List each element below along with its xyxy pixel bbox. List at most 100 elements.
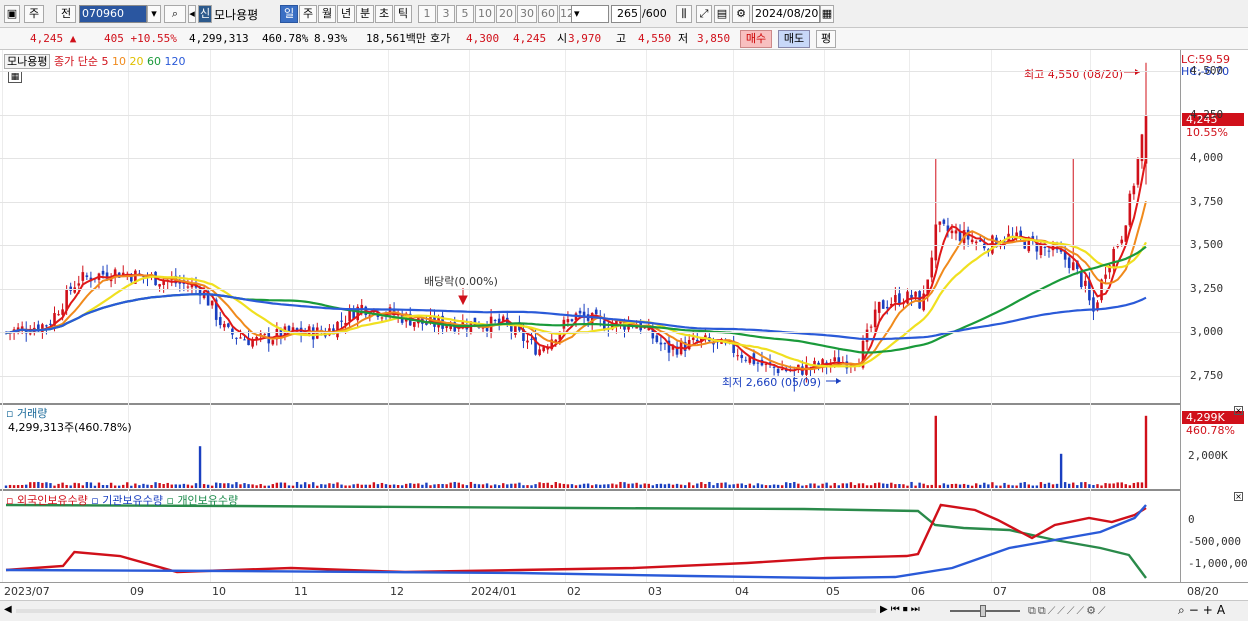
volume-bar	[845, 483, 849, 488]
volume-bar	[1104, 483, 1107, 488]
current-pct-tag: 10.55%	[1186, 126, 1228, 139]
legend-inst[interactable]: ▫ 기관보유수량	[91, 494, 163, 507]
legend-ma120[interactable]: 120	[164, 55, 185, 68]
volume-bar	[77, 483, 80, 488]
volume-bar	[1088, 484, 1091, 488]
volume-bar	[946, 484, 950, 488]
price-ytick: 3,500	[1190, 238, 1224, 252]
legend-indiv[interactable]: ▫ 개인보유수량	[166, 494, 238, 507]
close-icon[interactable]: ×	[1234, 406, 1243, 415]
price-chart[interactable]	[0, 0, 1248, 600]
candle-body	[1047, 250, 1051, 252]
legend-ma10[interactable]: 10	[112, 55, 126, 68]
legend-ma5[interactable]: 종가 단순 5	[54, 55, 108, 68]
volume-bar	[1132, 482, 1136, 488]
grid-line	[0, 114, 1180, 116]
volume-bar	[182, 483, 186, 488]
volume-bar	[1035, 485, 1039, 488]
volume-bar	[578, 484, 582, 488]
scroll-left-icon[interactable]: ◀	[4, 604, 12, 615]
volume-bar	[364, 484, 367, 488]
grid-icon[interactable]: ▦	[8, 71, 22, 83]
volume-bar	[922, 483, 925, 488]
volume-bar	[692, 485, 695, 488]
legend-ma60[interactable]: 60	[147, 55, 161, 68]
volume-bar	[1084, 482, 1087, 488]
holdings-legend: ▫ 외국인보유수량 ▫ 기관보유수량 ▫ 개인보유수량	[6, 492, 238, 508]
candle-body	[881, 300, 885, 309]
volume-bar	[865, 485, 869, 488]
volume-bar	[772, 484, 776, 488]
volume-bar	[1067, 483, 1071, 488]
candle-body	[1140, 134, 1144, 162]
candle-body	[736, 355, 740, 357]
volume-bar	[174, 484, 177, 488]
candle-body	[1084, 280, 1087, 286]
volume-bar	[926, 485, 929, 488]
legend-name[interactable]: 모나용평	[4, 54, 51, 69]
volume-bar	[732, 484, 735, 488]
volume-bar	[1059, 453, 1063, 488]
moving-average-60	[5, 245, 1147, 354]
volume-bar	[380, 482, 384, 488]
volume-bar	[263, 485, 266, 488]
volume-bar	[328, 483, 331, 488]
x-tick: 08	[1092, 585, 1106, 598]
volume-bar	[522, 485, 525, 488]
volume-bar	[312, 482, 315, 488]
volume-info: 4,299,313주(460.78%)	[8, 421, 132, 434]
legend-inst-text: 기관보유수량	[102, 494, 163, 507]
candle-body	[218, 317, 222, 326]
grid-line	[0, 288, 1180, 290]
legend-foreign[interactable]: ▫ 외국인보유수량	[6, 494, 88, 507]
scroll-track[interactable]	[16, 609, 876, 613]
volume-bar	[506, 484, 509, 488]
volume-bar	[453, 481, 456, 488]
volume-bar	[493, 484, 497, 488]
volume-bar	[861, 483, 865, 488]
volume-bar	[1015, 485, 1018, 488]
candle-body	[894, 295, 897, 303]
volume-bar	[392, 484, 396, 488]
volume-bar	[950, 484, 954, 488]
volume-bar	[1092, 484, 1095, 488]
volume-bar	[235, 482, 238, 488]
volume-bar	[33, 482, 36, 488]
volume-bar	[595, 484, 598, 488]
close-icon[interactable]: ×	[1234, 492, 1243, 501]
volume-bar	[558, 483, 562, 488]
volume-bar	[138, 485, 141, 488]
volume-bar	[825, 482, 828, 488]
zoom-icons[interactable]: ⌕−+A	[1178, 603, 1229, 618]
volume-bar	[134, 483, 137, 488]
legend-ma20[interactable]: 20	[129, 55, 143, 68]
volume-bar	[178, 484, 182, 488]
candle-body	[659, 342, 663, 345]
volume-bar	[833, 482, 836, 488]
volume-bar	[797, 483, 800, 488]
volume-bar	[805, 485, 808, 488]
candle-body	[655, 335, 659, 342]
volume-bar	[348, 485, 351, 488]
scroll-bar: ◀ ▶⏮⏹⏭ ⧉⧉⟋⟋⟋⟋⚙⟋ ⌕−+A	[0, 600, 1248, 621]
zoom-handle[interactable]	[980, 605, 986, 617]
candle-body	[1043, 246, 1047, 248]
volume-bar	[542, 483, 545, 488]
volume-bar	[748, 483, 752, 488]
volume-bar	[283, 482, 287, 488]
volume-bar	[295, 481, 299, 488]
tool-icons[interactable]: ⧉⧉⟋⟋⟋⟋⚙⟋	[1028, 604, 1108, 618]
candle-body	[942, 219, 946, 224]
volume-bar	[409, 483, 412, 488]
volume-bar	[271, 484, 275, 488]
volume-bar	[958, 484, 962, 488]
price-ytick: 4,000	[1190, 151, 1224, 165]
candle-body	[974, 241, 978, 244]
candle-body	[514, 325, 517, 335]
volume-bar	[942, 483, 946, 488]
volume-bar	[975, 483, 978, 488]
volume-bar	[93, 485, 97, 488]
scroll-controls[interactable]: ▶⏮⏹⏭	[880, 604, 923, 615]
candle-body	[542, 347, 545, 352]
volume-bar	[886, 483, 889, 488]
